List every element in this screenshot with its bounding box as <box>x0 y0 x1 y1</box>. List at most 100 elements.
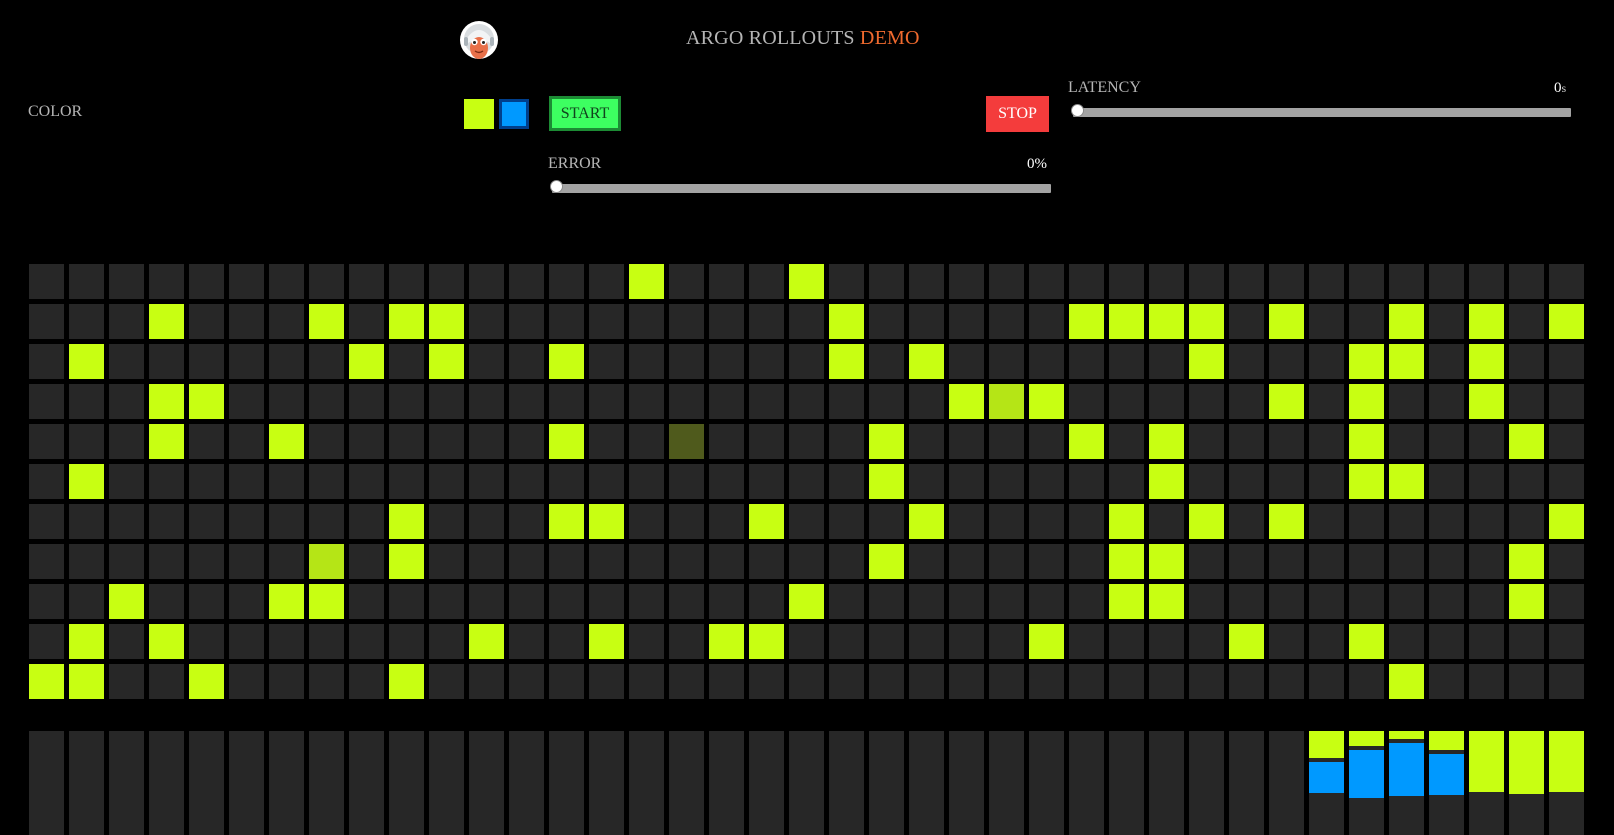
grid-cell <box>1029 624 1064 659</box>
grid-cell <box>509 464 544 499</box>
grid-cell <box>1109 464 1144 499</box>
grid-cell <box>1029 304 1064 339</box>
start-button[interactable]: START <box>549 96 621 131</box>
grid-cell <box>629 264 664 299</box>
grid-cell <box>749 304 784 339</box>
grid-cell <box>1189 304 1224 339</box>
grid-cell <box>189 664 224 699</box>
ratio-bar <box>829 731 864 835</box>
grid-cell <box>229 544 264 579</box>
grid-cell <box>909 544 944 579</box>
grid-cell <box>949 544 984 579</box>
ratio-bar <box>949 731 984 835</box>
grid-cell <box>1029 264 1064 299</box>
grid-cell <box>1109 264 1144 299</box>
grid-cell <box>789 464 824 499</box>
grid-cell <box>69 344 104 379</box>
color-swatch-blue[interactable] <box>499 99 529 129</box>
grid-cell <box>1389 344 1424 379</box>
grid-cell <box>149 264 184 299</box>
ratio-bar <box>1149 731 1184 835</box>
grid-cell <box>269 384 304 419</box>
grid-cell <box>1389 664 1424 699</box>
grid-cell <box>589 344 624 379</box>
grid-cell <box>629 464 664 499</box>
grid-cell <box>549 304 584 339</box>
grid-cell <box>349 344 384 379</box>
grid-cell <box>69 624 104 659</box>
grid-cell <box>829 624 864 659</box>
ratio-bar <box>629 731 664 835</box>
stop-button[interactable]: STOP <box>986 96 1049 132</box>
ratio-bar <box>149 731 184 835</box>
color-label: COLOR <box>28 103 83 120</box>
grid-cell <box>1389 424 1424 459</box>
grid-cell <box>349 664 384 699</box>
ratio-bar-blue-segment <box>1429 753 1464 796</box>
ratio-bar <box>1469 731 1504 835</box>
grid-cell <box>1549 424 1584 459</box>
grid-cell <box>1069 464 1104 499</box>
grid-cell <box>29 304 64 339</box>
grid-cell <box>469 464 504 499</box>
grid-cell <box>1469 664 1504 699</box>
grid-cell <box>869 424 904 459</box>
grid-cell <box>349 264 384 299</box>
grid-cell <box>29 664 64 699</box>
grid-cell <box>669 384 704 419</box>
grid-cell <box>469 504 504 539</box>
grid-cell <box>829 464 864 499</box>
grid-cell <box>1229 544 1264 579</box>
grid-cell <box>1029 544 1064 579</box>
grid-cell <box>189 424 224 459</box>
latency-slider[interactable] <box>1071 104 1571 117</box>
grid-cell <box>389 344 424 379</box>
grid-cell <box>709 424 744 459</box>
grid-cell <box>1309 264 1344 299</box>
ratio-bar <box>1029 731 1064 835</box>
grid-cell <box>269 344 304 379</box>
grid-cell <box>509 624 544 659</box>
grid-cell <box>989 264 1024 299</box>
grid-cell <box>829 584 864 619</box>
grid-cell <box>709 584 744 619</box>
grid-cell <box>1389 264 1424 299</box>
color-swatch-yellow[interactable] <box>464 99 494 129</box>
error-slider-handle[interactable] <box>550 180 563 193</box>
grid-cell <box>789 304 824 339</box>
grid-cell <box>1509 464 1544 499</box>
grid-cell <box>1309 624 1344 659</box>
grid-cell <box>149 504 184 539</box>
error-slider[interactable] <box>550 180 1051 193</box>
grid-cell <box>1509 424 1544 459</box>
grid-cell <box>69 584 104 619</box>
grid-cell <box>1389 504 1424 539</box>
grid-cell <box>309 464 344 499</box>
grid-cell <box>669 424 704 459</box>
grid-cell <box>1269 624 1304 659</box>
grid-cell <box>269 504 304 539</box>
grid-cell <box>1469 624 1504 659</box>
grid-cell <box>229 664 264 699</box>
grid-cell <box>1189 624 1224 659</box>
grid-cell <box>1149 584 1184 619</box>
grid-cell <box>909 344 944 379</box>
grid-cell <box>669 584 704 619</box>
argo-mascot-icon <box>459 20 499 60</box>
grid-cell <box>229 504 264 539</box>
grid-cell <box>989 664 1024 699</box>
ratio-bar <box>869 731 904 835</box>
grid-cell <box>109 544 144 579</box>
grid-cell <box>1109 424 1144 459</box>
grid-cell <box>1069 424 1104 459</box>
latency-slider-handle[interactable] <box>1071 104 1084 117</box>
grid-cell <box>749 664 784 699</box>
grid-cell <box>869 384 904 419</box>
grid-cell <box>549 504 584 539</box>
grid-cell <box>469 304 504 339</box>
grid-cell <box>749 584 784 619</box>
grid-cell <box>469 424 504 459</box>
grid-cell <box>509 544 544 579</box>
grid-cell <box>909 504 944 539</box>
grid-cell <box>669 464 704 499</box>
